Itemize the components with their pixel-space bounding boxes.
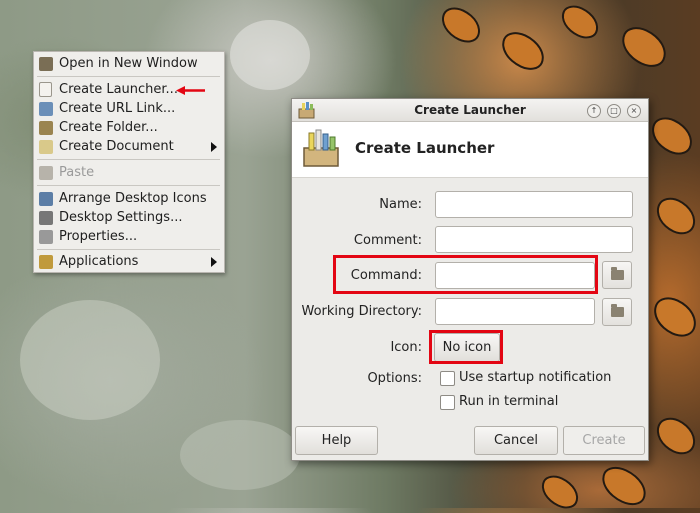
menu-item-desktop-settings[interactable]: Desktop Settings... <box>34 208 224 227</box>
butterfly-wing <box>650 192 700 240</box>
run-in-terminal-checkbox[interactable] <box>440 395 455 410</box>
arrange-icon <box>39 191 53 206</box>
menu-item-label: Properties... <box>59 229 138 244</box>
menu-item-label: Create URL Link... <box>59 101 176 116</box>
menu-item-label: Paste <box>59 165 95 180</box>
working-directory-browse-button[interactable] <box>602 298 632 326</box>
desktop-context-menu: Open in New Window Create Launcher... Cr… <box>33 51 225 273</box>
help-button[interactable]: Help <box>295 426 378 455</box>
folder-icon <box>39 120 53 135</box>
submenu-arrow-icon <box>211 141 217 152</box>
command-browse-button[interactable] <box>602 261 632 289</box>
working-directory-field[interactable] <box>435 298 595 325</box>
dialog-titlebar[interactable]: Create Launcher ↑ □ × <box>292 99 648 122</box>
wallpaper-bokeh <box>230 20 310 90</box>
menu-item-label: Applications <box>59 254 139 269</box>
run-in-terminal-label: Run in terminal <box>459 394 559 409</box>
cancel-button[interactable]: Cancel <box>474 426 558 455</box>
butterfly-wing <box>495 26 551 76</box>
red-arrow-icon <box>176 86 205 95</box>
menu-separator <box>37 76 220 77</box>
menu-item-create-url-link[interactable]: Create URL Link... <box>34 99 224 118</box>
applications-icon <box>39 254 53 269</box>
menu-item-open-new-window[interactable]: Open in New Window <box>34 54 224 73</box>
menu-item-arrange-desktop-icons[interactable]: Arrange Desktop Icons <box>34 189 224 208</box>
name-label: Name: <box>379 197 422 212</box>
launcher-icon <box>39 82 52 97</box>
menu-item-create-document[interactable]: Create Document <box>34 137 224 156</box>
options-label: Options: <box>367 371 422 386</box>
submenu-arrow-icon <box>211 256 217 267</box>
startup-notification-label: Use startup notification <box>459 370 612 385</box>
startup-notification-checkbox[interactable] <box>440 371 455 386</box>
butterfly-wing <box>595 461 653 511</box>
dialog-heading: Create Launcher <box>355 139 495 157</box>
icon-button-highlight-box <box>429 330 503 364</box>
working-directory-label: Working Directory: <box>301 304 422 319</box>
butterfly-wing <box>645 112 699 160</box>
command-highlight-box <box>333 255 598 294</box>
wallpaper-bokeh <box>20 300 160 420</box>
butterfly-wing <box>435 2 487 48</box>
document-icon <box>39 139 53 154</box>
butterfly-wing <box>555 0 605 44</box>
comment-field[interactable] <box>435 226 633 253</box>
menu-item-create-folder[interactable]: Create Folder... <box>34 118 224 137</box>
butterfly-wing <box>650 412 700 460</box>
menu-item-label: Desktop Settings... <box>59 210 183 225</box>
menu-item-paste[interactable]: Paste <box>34 163 224 182</box>
folder-icon <box>611 267 624 280</box>
maximize-button[interactable]: □ <box>607 104 621 118</box>
menu-item-label: Create Folder... <box>59 120 158 135</box>
create-button[interactable]: Create <box>563 426 645 455</box>
butterfly-wing <box>535 470 585 513</box>
menu-separator <box>37 249 220 250</box>
url-link-icon <box>39 101 53 116</box>
desktop-settings-icon <box>39 210 53 225</box>
wallpaper-bokeh <box>180 420 300 490</box>
launcher-icon <box>303 129 339 167</box>
butterfly-wing <box>615 21 673 73</box>
minimize-button[interactable]: ↑ <box>587 104 601 118</box>
butterfly-wing <box>646 291 700 343</box>
dialog-header: Create Launcher <box>292 122 648 178</box>
name-field[interactable] <box>435 191 633 218</box>
menu-item-label: Create Launcher... <box>59 82 178 97</box>
menu-separator <box>37 159 220 160</box>
folder-icon <box>611 304 624 317</box>
comment-label: Comment: <box>353 233 422 248</box>
properties-icon <box>39 229 53 244</box>
close-button[interactable]: × <box>627 104 641 118</box>
menu-item-applications[interactable]: Applications <box>34 252 224 271</box>
open-window-icon <box>39 56 53 71</box>
menu-item-properties[interactable]: Properties... <box>34 227 224 246</box>
menu-separator <box>37 185 220 186</box>
menu-item-label: Create Document <box>59 139 174 154</box>
menu-item-label: Open in New Window <box>59 56 198 71</box>
menu-item-label: Arrange Desktop Icons <box>59 191 207 206</box>
icon-label: Icon: <box>390 340 422 355</box>
paste-icon <box>39 165 53 180</box>
